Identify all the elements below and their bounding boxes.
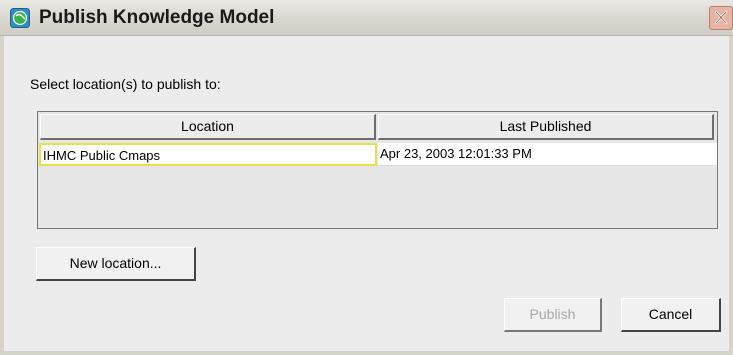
publish-dialog-window: Publish Knowledge Model Select location(… — [0, 0, 733, 355]
cmap-globe-icon — [10, 8, 30, 28]
select-location-prompt: Select location(s) to publish to: — [30, 76, 221, 92]
table-cell-location[interactable]: IHMC Public Cmaps — [39, 143, 377, 166]
title-bar[interactable]: Publish Knowledge Model — [0, 0, 733, 36]
window-title: Publish Knowledge Model — [39, 7, 275, 28]
table-cell-last-published[interactable]: Apr 23, 2003 12:01:33 PM — [378, 143, 717, 166]
publish-button[interactable]: Publish — [504, 298, 602, 332]
cancel-button[interactable]: Cancel — [621, 298, 721, 332]
close-button[interactable] — [709, 6, 733, 30]
window-frame-bottom — [0, 351, 733, 355]
close-x-icon — [714, 10, 728, 25]
column-header-location[interactable]: Location — [40, 114, 376, 140]
column-header-last-published[interactable]: Last Published — [378, 114, 714, 140]
locations-table: Location Last Published IHMC Public Cmap… — [37, 111, 718, 229]
window-frame-right — [729, 36, 733, 355]
new-location-button[interactable]: New location... — [36, 247, 196, 281]
